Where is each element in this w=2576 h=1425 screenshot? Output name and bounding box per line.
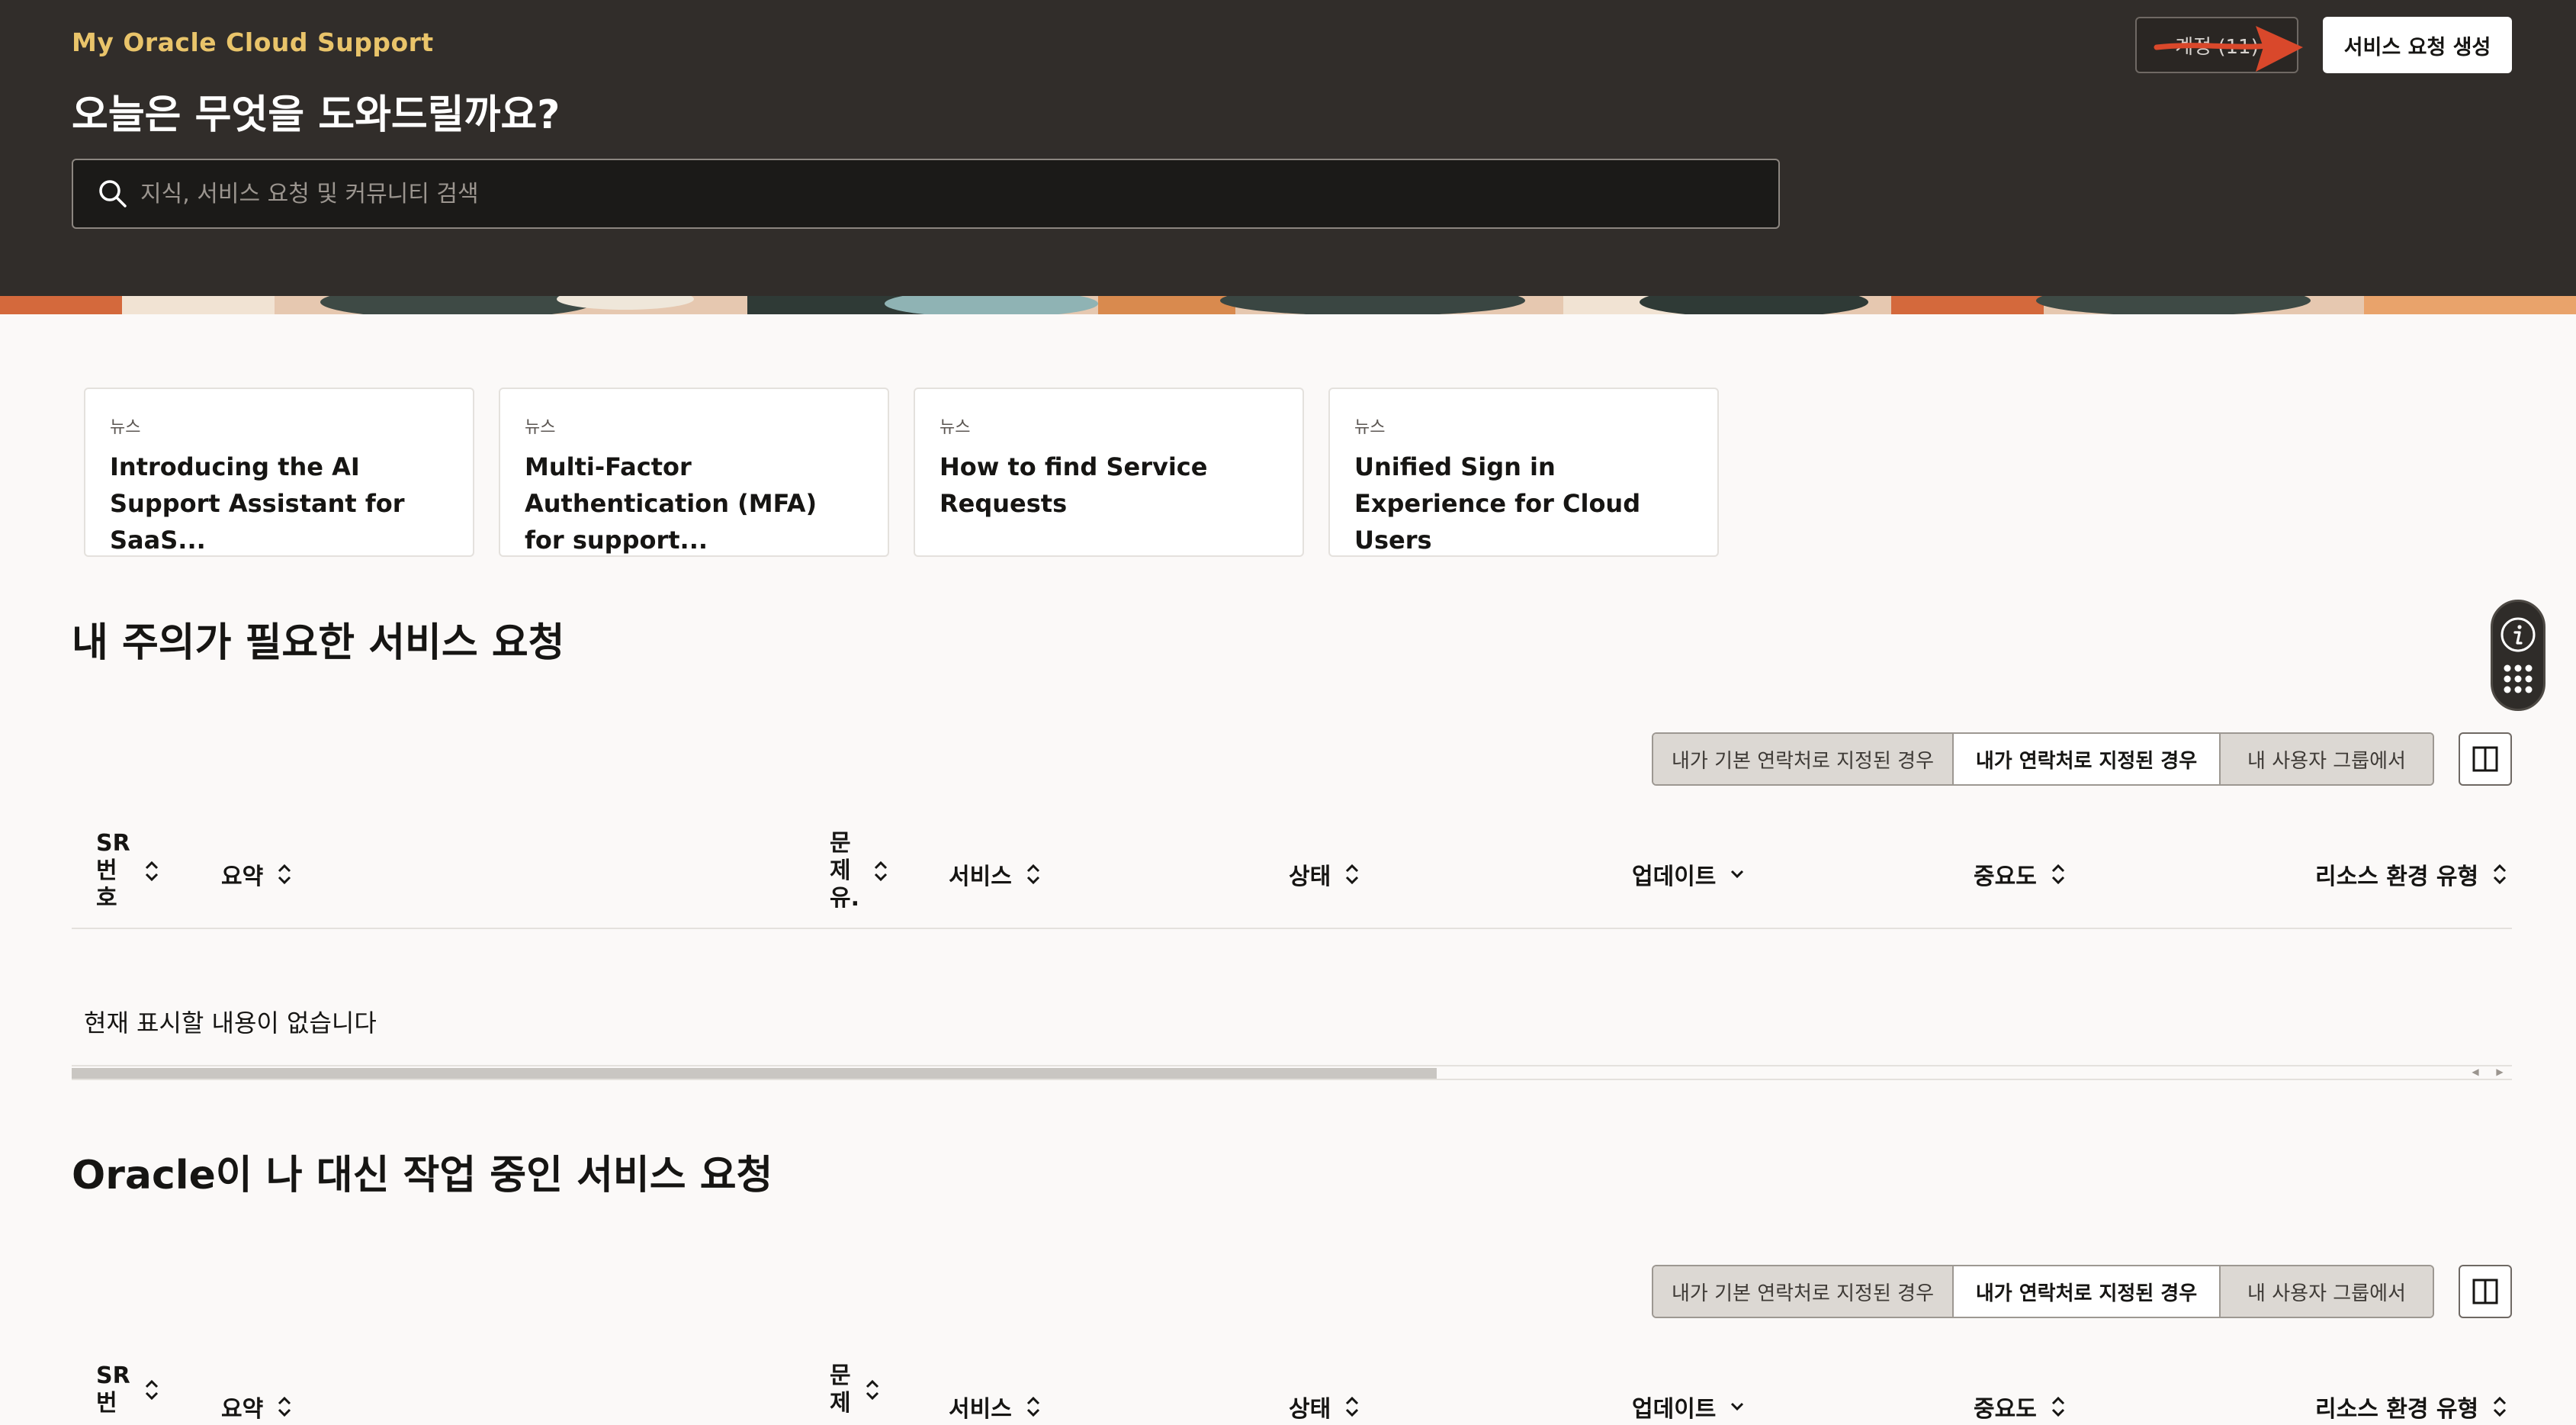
column-header-problem-type[interactable]: 문 제 유. <box>830 830 890 912</box>
filter-primary-contact[interactable]: 내가 기본 연락처로 지정된 경우 <box>1653 1266 1954 1317</box>
search-input[interactable] <box>136 163 1778 224</box>
chevron-down-icon <box>1731 1402 1744 1411</box>
column-header-environment-type[interactable]: 리소스 환경 유형 <box>2315 1390 2509 1423</box>
sort-icon <box>145 1379 158 1401</box>
column-header-severity[interactable]: 중요도 <box>1974 1390 2067 1423</box>
news-tag: 뉴스 <box>525 418 556 437</box>
scroll-left-icon[interactable]: ◀ <box>2472 1066 2478 1079</box>
filter-segmented-control: 내가 기본 연락처로 지정된 경우 내가 연락처로 지정된 경우 내 사용자 그… <box>1652 732 2434 786</box>
news-card[interactable]: 뉴스 Introducing the AI Support Assistant … <box>84 388 474 557</box>
column-header-summary[interactable]: 요약 <box>221 857 294 891</box>
apps-grid-icon[interactable] <box>2501 662 2535 696</box>
section-title-oracle-working: Oracle이 나 대신 작업 중인 서비스 요청 <box>72 1153 773 1198</box>
news-card[interactable]: 뉴스 How to find Service Requests <box>914 388 1304 557</box>
empty-table-message: 현재 표시할 내용이 없습니다 <box>84 1008 377 1037</box>
decorative-banner <box>0 296 2576 314</box>
brand-title[interactable]: My Oracle Cloud Support <box>72 27 434 57</box>
greeting-heading: 오늘은 무엇을 도와드릴까요? <box>72 92 560 138</box>
account-button[interactable]: 계정 (11) <box>2135 17 2298 73</box>
column-header-problem-type[interactable]: 문제 <box>830 1362 882 1417</box>
sort-icon <box>1346 1396 1359 1417</box>
sort-icon <box>1026 864 1039 885</box>
scrollbar-arrows: ◀ ▶ <box>2463 1066 2512 1079</box>
sort-icon <box>145 860 158 882</box>
search-bar[interactable] <box>72 159 1780 229</box>
column-header-sr-number[interactable]: SR 번 호 <box>96 830 161 912</box>
sort-icon <box>874 860 888 882</box>
account-button-label: 계정 (11) <box>2175 35 2259 59</box>
search-icon <box>90 171 136 217</box>
sort-icon <box>866 1379 878 1401</box>
column-header-service[interactable]: 서비스 <box>949 1390 1042 1423</box>
table-header: SR 번 요약 문제 서비스 상태 업데이트 중요도 리소스 환경 유형 <box>72 1361 2512 1425</box>
news-card[interactable]: 뉴스 Multi-Factor Authentication (MFA) for… <box>499 388 889 557</box>
column-header-environment-type[interactable]: 리소스 환경 유형 <box>2315 857 2509 891</box>
table-header: SR 번 호 요약 문 제 유. 서비스 상태 업데이트 중요도 리소스 환경 유형 <box>72 828 2512 929</box>
page-header: My Oracle Cloud Support 오늘은 무엇을 도와드릴까요? … <box>0 0 2576 296</box>
news-title: Multi-Factor Authentication (MFA) for su… <box>525 452 817 555</box>
column-layout-icon <box>2472 1279 2498 1304</box>
news-card[interactable]: 뉴스 Unified Sign in Experience for Cloud … <box>1328 388 1719 557</box>
section-title-attention: 내 주의가 필요한 서비스 요청 <box>72 620 565 666</box>
filter-contact[interactable]: 내가 연락처로 지정된 경우 <box>1954 1266 2221 1317</box>
column-header-summary[interactable]: 요약 <box>221 1390 294 1423</box>
news-tag: 뉴스 <box>110 418 141 437</box>
create-service-request-button[interactable]: 서비스 요청 생성 <box>2323 17 2512 73</box>
scroll-right-icon[interactable]: ▶ <box>2496 1066 2503 1079</box>
filter-user-group[interactable]: 내 사용자 그룹에서 <box>2221 1266 2433 1317</box>
filter-contact[interactable]: 내가 연락처로 지정된 경우 <box>1954 734 2221 784</box>
news-title: Introducing the AI Support Assistant for… <box>110 452 405 555</box>
sort-icon <box>2494 1396 2507 1417</box>
sort-icon <box>2494 864 2507 885</box>
filter-primary-contact[interactable]: 내가 기본 연락처로 지정된 경우 <box>1653 734 1954 784</box>
news-tag: 뉴스 <box>1354 418 1386 437</box>
sort-icon <box>278 1396 291 1417</box>
news-title: Unified Sign in Experience for Cloud Use… <box>1354 452 1641 555</box>
sort-icon <box>1346 864 1359 885</box>
column-layout-icon <box>2472 746 2498 772</box>
news-tag: 뉴스 <box>940 418 971 437</box>
scrollbar-thumb[interactable] <box>72 1068 1437 1079</box>
sort-icon <box>1026 1396 1039 1417</box>
chevron-down-icon <box>1731 870 1744 879</box>
sort-icon <box>2051 864 2064 885</box>
sort-icon <box>2051 1396 2064 1417</box>
horizontal-scrollbar[interactable]: ◀ ▶ <box>72 1065 2512 1080</box>
floating-help-widget <box>2491 600 2545 711</box>
column-header-status[interactable]: 상태 <box>1289 1390 1361 1423</box>
column-header-status[interactable]: 상태 <box>1289 857 1361 891</box>
column-layout-button[interactable] <box>2459 1265 2512 1318</box>
column-layout-button[interactable] <box>2459 732 2512 786</box>
column-header-severity[interactable]: 중요도 <box>1974 857 2067 891</box>
column-header-service[interactable]: 서비스 <box>949 857 1042 891</box>
column-header-update[interactable]: 업데이트 <box>1632 857 1746 891</box>
filter-segmented-control: 내가 기본 연락처로 지정된 경우 내가 연락처로 지정된 경우 내 사용자 그… <box>1652 1265 2434 1318</box>
sort-icon <box>278 864 291 885</box>
news-title: How to find Service Requests <box>940 452 1208 518</box>
column-header-sr-number[interactable]: SR 번 <box>96 1362 161 1417</box>
info-icon[interactable] <box>2499 616 2537 654</box>
column-header-update[interactable]: 업데이트 <box>1632 1390 1746 1423</box>
filter-user-group[interactable]: 내 사용자 그룹에서 <box>2221 734 2433 784</box>
